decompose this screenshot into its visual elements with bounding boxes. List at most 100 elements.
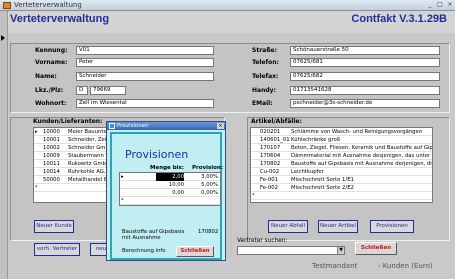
customer-id: 10001 (43, 137, 60, 143)
search-combobox[interactable]: ▼ (237, 246, 345, 255)
new-article-button[interactable]: Neuer Artikel (318, 220, 358, 233)
articles-section-title: Artikel/Abfälle: (251, 118, 302, 125)
amount-cell[interactable]: 10,00 (156, 181, 184, 189)
commissions-button[interactable]: Provisionen (370, 220, 414, 233)
table-row[interactable]: 170107 Beton, Ziegel, Fliesen, Keramik un… (251, 144, 432, 152)
amount-cell[interactable]: 2,00 (156, 173, 184, 181)
table-row[interactable]: 10011 Rukowitz GmbH (34, 160, 106, 168)
fax-field[interactable]: 07625/682 (290, 72, 440, 81)
row-marker: * (35, 185, 38, 191)
table-row[interactable]: * (251, 192, 432, 200)
table-row[interactable]: 10001 Schneider, Zell im Wiesental (34, 136, 106, 144)
customer-name: Staubermann Treppen (68, 153, 106, 159)
dialog-heading: Provisionen (125, 148, 189, 161)
customer-id: 10000 (43, 129, 60, 135)
customers-list[interactable]: ▸ 10000 Meier Bauunternehmung 10001 Schneid… (33, 127, 107, 203)
table-row[interactable]: 0,00 0,00% (120, 189, 220, 197)
minimize-button[interactable]: _ (425, 1, 435, 9)
customer-id: 50000 (43, 177, 60, 183)
close-icon[interactable]: × (217, 123, 224, 129)
status-mode: Testmandant (312, 262, 358, 270)
id-label: Kennung: (35, 47, 68, 54)
table-row[interactable]: * (120, 197, 220, 205)
close-window-button[interactable]: × (445, 1, 455, 9)
customer-id: 10002 (43, 145, 60, 151)
name-label: Name: (35, 73, 57, 80)
app-version: Contfakt V.3.1.29B (351, 13, 447, 25)
zip-field[interactable]: 79669 (90, 86, 126, 95)
customer-name: Ruhrkohle AG, Essen (68, 169, 106, 175)
article-name: Dämmmaterial mit Ausnahme desjenigen, da… (291, 153, 431, 159)
table-row[interactable]: Cu-002 Leichtkupfer (251, 168, 432, 176)
row-marker: * (252, 193, 255, 199)
street-field[interactable]: Schönauerstraße 50 (290, 46, 440, 55)
calculation-info-label: Berechnung.info (122, 248, 166, 254)
window-title: Verteterverwaltung (14, 1, 82, 9)
dialog-icon (109, 123, 115, 129)
table-row[interactable]: 170604 Dämmmaterial mit Ausnahme desjenig… (251, 152, 432, 160)
dialog-close-button[interactable]: Schließen (176, 246, 214, 257)
table-row[interactable]: 140601_01 Kühlschränke groß (251, 136, 432, 144)
customer-name: Schneider, Zell im Wiesental (68, 137, 106, 143)
email-field[interactable]: pschneider@3s-schneider.de (290, 99, 440, 108)
fax-label: Telefax: (252, 73, 279, 80)
commission-cell[interactable]: 3,00% (196, 173, 218, 181)
table-row[interactable]: 10,00 5,00% (120, 181, 220, 189)
article-id-info: 170802 (198, 229, 219, 235)
article-name: Schlämme von Wasch- und Reinigungsvorgän… (291, 129, 423, 135)
firstname-field[interactable]: Peter (76, 58, 214, 67)
amount-cell[interactable]: 0,00 (156, 189, 184, 197)
row-marker: * (121, 198, 124, 204)
title-bar: Verteterverwaltung _ □ × (0, 0, 455, 11)
phone-field[interactable]: 07625/681 (290, 58, 440, 67)
new-waste-button[interactable]: Neuer Abfall (268, 220, 308, 233)
city-field[interactable]: Zell im Wiesental (76, 99, 214, 108)
table-row[interactable]: Fe-001 Mischschrott Sorte 1/E1 (251, 176, 432, 184)
email-label: EMail: (252, 100, 273, 107)
articles-list[interactable]: 020201 Schlämme von Wasch- und Reinigungs… (250, 127, 433, 203)
country-code-field[interactable]: D (76, 86, 88, 95)
table-row[interactable]: ▸ 2,00 3,00% (120, 173, 220, 181)
customer-name: Rukowitz GmbH (68, 161, 106, 167)
table-row[interactable]: 10002 Schneider GmbH (34, 144, 106, 152)
customer-id: 10014 (43, 169, 60, 175)
customer-id: 10011 (43, 161, 60, 167)
chevron-down-icon[interactable]: ▼ (337, 247, 344, 254)
article-name: Beton, Ziegel, Fliesen, Keramik und Baus… (291, 145, 432, 151)
country-zip-label: Lkz./Plz: (35, 87, 64, 94)
customer-id: 10009 (43, 153, 60, 159)
mobile-field[interactable]: 01713541628 (290, 86, 440, 95)
status-context: - Kunden (Euro) (378, 262, 433, 270)
commission-cell[interactable]: 5,00% (196, 181, 218, 189)
table-row[interactable]: 10014 Ruhrkohle AG, Essen (34, 168, 106, 176)
customer-name: Schneider GmbH (68, 145, 106, 151)
table-row[interactable]: 020201 Schlämme von Wasch- und Reinigungs… (251, 128, 432, 136)
article-name: Baustoffe auf Gipsbasis mit Ausnahme der… (291, 161, 432, 167)
commission-cell[interactable]: 0,00% (196, 189, 218, 197)
commission-table[interactable]: ▸ 2,00 3,00% 10,00 5,00% 0,00 0,00% * (119, 172, 221, 206)
table-row[interactable]: 50000 Metallhandel Baur (34, 176, 106, 184)
street-label: Straße: (252, 47, 277, 54)
table-row[interactable]: * (34, 184, 106, 192)
close-button[interactable]: Schließen (355, 242, 397, 255)
table-row[interactable]: ▸ 10000 Meier Bauunternehmung (34, 128, 106, 136)
firstname-label: Vorname: (35, 59, 68, 66)
maximize-button[interactable]: □ (435, 1, 445, 9)
mobile-label: Handy: (252, 87, 276, 94)
table-row[interactable]: Fe-002 Mischschrott Sorte 2/E2 (251, 184, 432, 192)
dialog-title: Provisionen (117, 123, 149, 129)
app-icon (3, 2, 11, 9)
new-customer-button[interactable]: Neuer Kunde (34, 220, 74, 233)
previous-representative-button[interactable]: vorh. Vertreter (34, 243, 80, 256)
article-name: Kühlschränke groß (291, 137, 341, 143)
customers-section-title: Kunden/Lieferanten: (33, 118, 103, 125)
amount-column-header: Menge bis: (150, 165, 184, 171)
article-name: Leichtkupfer (291, 169, 324, 175)
phone-label: Telefon: (252, 59, 279, 66)
current-record-arrow-icon (1, 35, 5, 41)
id-field[interactable]: V01 (76, 46, 214, 55)
name-field[interactable]: Schneider (76, 72, 214, 81)
table-row[interactable]: 10009 Staubermann Treppen (34, 152, 106, 160)
record-selector-strip[interactable] (0, 11, 8, 279)
table-row[interactable]: 170802 Baustoffe auf Gipsbasis mit Ausnah… (251, 160, 432, 168)
